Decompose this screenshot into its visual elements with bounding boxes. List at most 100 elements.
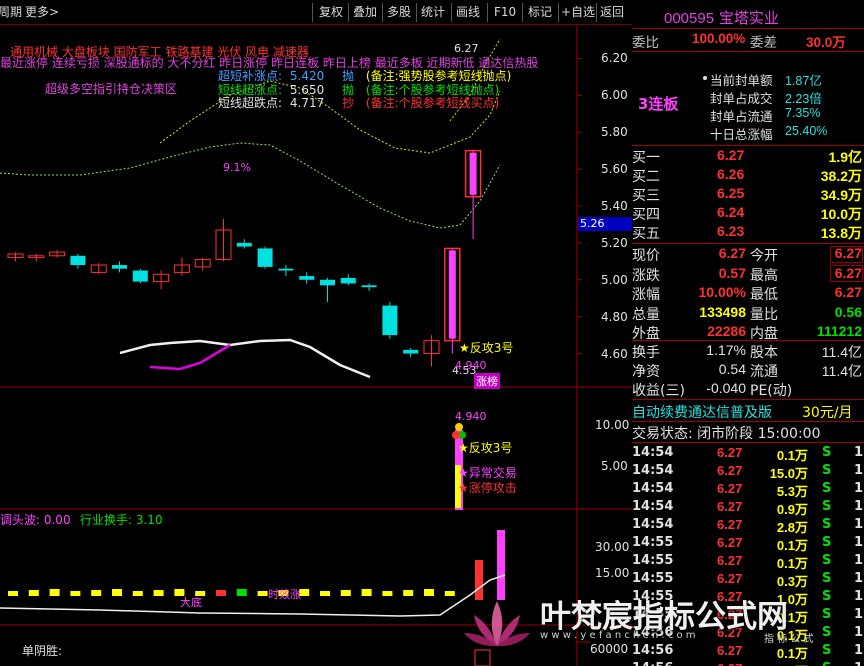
stat-label: 总量 <box>632 306 660 323</box>
toolbar-mark-button[interactable]: 标记 <box>528 3 552 22</box>
sub2-bar <box>320 591 330 596</box>
sub2-bar <box>216 590 226 596</box>
tick-side: S <box>822 445 832 460</box>
high-price-label: 6.27 <box>454 42 479 55</box>
price-axis-label: 5.00 <box>601 272 628 287</box>
price-label-4940: 4.940 <box>455 359 487 372</box>
stat-label: 今开 <box>750 248 778 264</box>
tick-time: 14:54 <box>632 481 674 496</box>
sub2-bar <box>403 590 414 596</box>
buy-level-price: 6.24 <box>717 204 745 220</box>
tick-price: 6.27 <box>717 517 743 532</box>
toolbar-overlay-button[interactable]: 叠加 <box>353 3 377 22</box>
sub2-bar <box>153 590 164 596</box>
stat-value: 0.56 <box>834 303 862 320</box>
stat-label: 净资 <box>632 364 660 380</box>
toolbar-add-favorite-button[interactable]: +自选 <box>561 3 595 22</box>
kline-chart-svg <box>0 25 632 666</box>
kline-chart-area[interactable]: 通用机械 大盘板块 国防军工 铁路基建 光伏 风电 减速器 最近涨停 连续亏损 … <box>0 25 632 666</box>
indicator-line <box>0 142 501 229</box>
toolbar-stats-button[interactable]: 统计 <box>421 3 445 22</box>
toolbar-divider <box>312 3 313 22</box>
stat-label: 股本 <box>750 345 778 361</box>
stat-value: 1.17% <box>706 342 746 358</box>
sub1-signal-limitup: ★涨停攻击 <box>458 481 517 495</box>
tick-count: 1 <box>854 517 864 532</box>
sub2-bar <box>361 589 372 596</box>
sub2-axis-label: 15.00 <box>595 566 630 580</box>
indicator-line <box>119 338 371 379</box>
candle-body <box>320 279 335 286</box>
toolbar-f10-button[interactable]: F10 <box>494 3 516 22</box>
buy-level-price: 6.26 <box>717 166 745 182</box>
divider <box>632 442 864 443</box>
tick-price: 6.27 <box>717 571 743 586</box>
candle-body <box>70 255 86 266</box>
highlight-box <box>830 265 863 282</box>
signal-row: 短线超跌点: 4.717 抄 (备注:个股参考短线买点) <box>218 94 499 111</box>
tick-count: 1 <box>854 553 864 568</box>
toolbar-more-button[interactable]: 更多> <box>25 3 59 22</box>
divider <box>632 340 864 341</box>
toolbar-drawline-button[interactable]: 画线 <box>456 3 480 22</box>
pct-change-label: 9.1% <box>223 161 251 174</box>
stat-label: 涨幅 <box>632 287 660 303</box>
sub2-turnover: 行业换手: 3.10 <box>80 513 163 527</box>
signal-value: 4.717 <box>289 96 325 110</box>
stat-value: 10.00% <box>698 284 746 300</box>
buy-level-price: 6.25 <box>717 185 745 201</box>
sub1-axis-label: 5.00 <box>601 459 628 473</box>
buy-level-label: 买二 <box>632 169 660 185</box>
promo-link[interactable]: 自动续费通达信普及版 <box>632 402 772 422</box>
toolbar-divider <box>487 3 488 22</box>
candle-body <box>112 265 127 269</box>
buy-level-volume: 38.2万 <box>820 168 862 184</box>
toolbar-divider <box>522 3 523 22</box>
divider <box>632 399 864 400</box>
sub1-signal-text: 涨停攻击 <box>468 481 517 495</box>
tick-time: 14:55 <box>632 535 674 550</box>
weicha-value: 30.0万 <box>806 35 846 50</box>
buy-level-label: 买一 <box>632 150 660 166</box>
toolbar-multistock-button[interactable]: 多股 <box>387 3 411 22</box>
trade-status: 交易状态: 闭市阶段 15:00:00 <box>632 426 821 442</box>
weicha-label: 委差 <box>750 35 777 51</box>
divider <box>632 51 864 52</box>
seal-label: 当前封单额 <box>710 73 773 88</box>
sub3-title: 单阴胜: <box>22 644 63 658</box>
sub2-title: 调头波: 0.00 <box>0 513 71 527</box>
sub2-bar <box>8 591 18 596</box>
candle-fill <box>448 250 456 339</box>
sub1-signal-text: 反攻3号 <box>468 441 513 455</box>
buy-level-volume: 34.9万 <box>820 187 862 203</box>
promo-price[interactable]: 30元/月 <box>802 402 853 422</box>
candle-fill <box>469 152 477 195</box>
tick-side: S <box>822 553 832 568</box>
tick-row: 14:54 6.27 15.0万 S 1 <box>632 463 864 481</box>
stat-label: 量比 <box>750 306 778 323</box>
bullet-icon <box>703 76 707 80</box>
lotus-logo-icon <box>464 601 530 647</box>
tick-row: 14:55 6.27 0.1万 S 1 <box>632 535 864 553</box>
candle-body <box>278 268 294 271</box>
price-axis-label: 4.80 <box>601 309 628 324</box>
toolbar-back-button[interactable]: 返回 <box>600 3 624 22</box>
sub2-bar <box>257 591 268 596</box>
sub1-dot <box>455 423 463 431</box>
buy-level-volume: 10.0万 <box>820 206 862 222</box>
price-axis-label: 5.40 <box>601 199 628 213</box>
toolbar-fuquan-button[interactable]: 复权 <box>319 3 343 22</box>
tick-volume: 15.0万 <box>769 466 808 481</box>
sub2-bar <box>91 590 102 596</box>
toolbar-period-button[interactable]: 周期 <box>0 3 22 22</box>
indicator-line <box>149 343 231 371</box>
candle-body <box>257 248 273 267</box>
price-axis-label: 5.20 <box>601 235 628 250</box>
price-axis-label: 4.60 <box>601 346 628 361</box>
tick-time: 14:54 <box>632 499 674 514</box>
stat-value: -0.040 <box>706 380 746 396</box>
stat-label: 现价 <box>632 248 660 264</box>
stat-value: 6.27 <box>834 284 862 300</box>
tick-count: 1 <box>854 445 864 460</box>
divider <box>632 421 864 422</box>
